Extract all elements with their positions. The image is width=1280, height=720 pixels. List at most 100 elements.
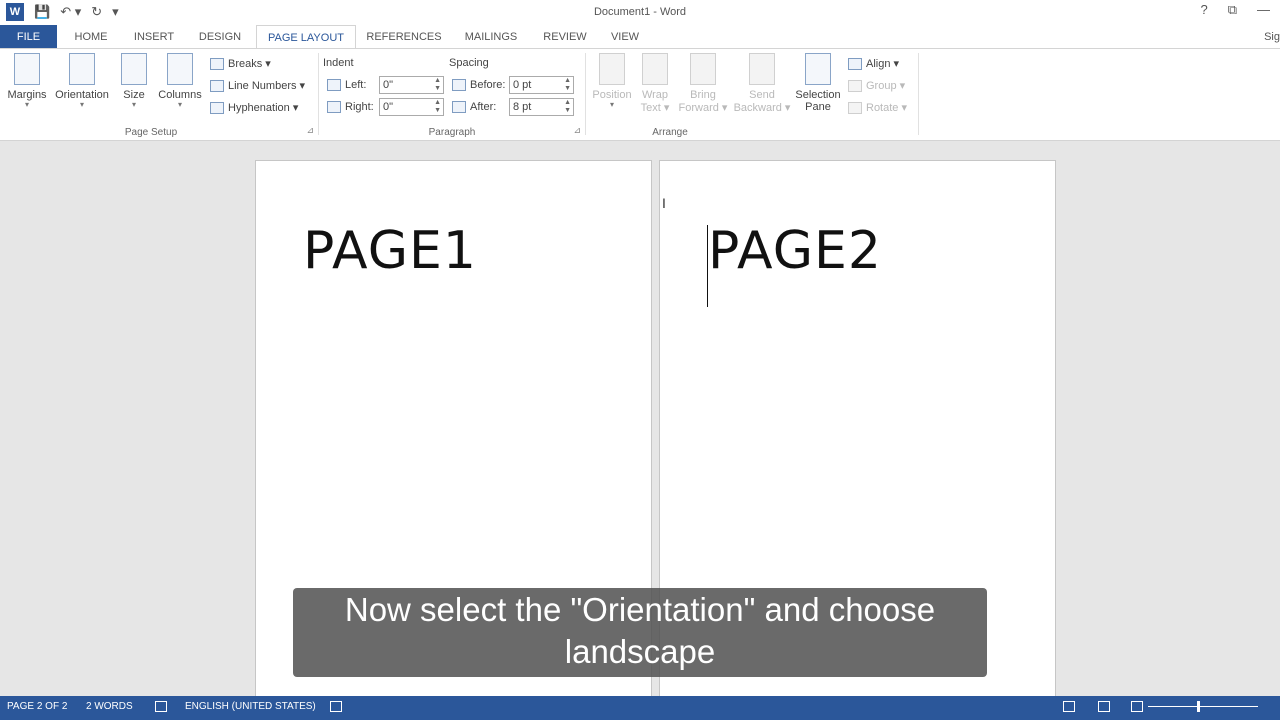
- page1-text[interactable]: PAGE1: [303, 221, 477, 281]
- indent-right-value: 0": [383, 101, 394, 113]
- position-icon: [599, 53, 625, 85]
- hyphenation-button[interactable]: Hyphenation ▾: [210, 101, 298, 114]
- paragraph-group: Indent Spacing Left: 0" ▲ ▼ Right: 0" ▲ ▼ …: [319, 49, 585, 140]
- page-setup-launcher-icon[interactable]: ⊿: [306, 125, 314, 136]
- tab-review[interactable]: REVIEW: [538, 25, 592, 49]
- spacing-before-value: 0 pt: [513, 79, 532, 91]
- orientation-dropdown-icon: ▾: [79, 100, 84, 109]
- breaks-label: Breaks ▾: [228, 58, 271, 70]
- window-title: Document1 - Word: [593, 6, 687, 18]
- spacing-after-input[interactable]: 8 pt ▲ ▼: [509, 98, 574, 116]
- hyphenation-label: Hyphenation ▾: [228, 102, 299, 114]
- selection-pane-label-2: Pane: [805, 101, 831, 113]
- word-window: W 💾 ↶ ▾ ↻ ▾ Document1 - Word ? ⧉ — FILE …: [0, 0, 1280, 720]
- spin-arrows-icon[interactable]: ▲ ▼: [564, 77, 571, 93]
- indent-left-text: Left:: [345, 79, 367, 91]
- group-button[interactable]: Group ▾: [848, 79, 905, 92]
- page2-text[interactable]: PAGE2: [708, 221, 882, 281]
- tab-mailings[interactable]: MAILINGS: [456, 25, 526, 49]
- paragraph-launcher-icon[interactable]: ⊿: [573, 125, 581, 136]
- spacing-after-text: After:: [470, 101, 497, 113]
- spin-arrows-icon[interactable]: ▲ ▼: [434, 99, 441, 115]
- columns-icon: [167, 53, 193, 85]
- proofing-icon[interactable]: [155, 701, 167, 712]
- rotate-button[interactable]: Rotate ▾: [848, 101, 907, 114]
- language-status[interactable]: ENGLISH (UNITED STATES): [185, 696, 316, 718]
- arrange-group: Position ▾ Wrap Text ▾ Bring Forward ▾ S…: [586, 49, 918, 140]
- spin-arrows-icon[interactable]: ▲ ▼: [434, 77, 441, 93]
- indent-right-input[interactable]: 0" ▲ ▼: [379, 98, 444, 116]
- ribbon-display-icon[interactable]: ⧉: [1228, 2, 1237, 18]
- selection-pane-button[interactable]: Selection Pane: [792, 53, 844, 113]
- orientation-button[interactable]: Orientation ▾: [52, 53, 112, 109]
- align-icon: [848, 57, 862, 70]
- breaks-button[interactable]: Breaks ▾: [210, 57, 271, 70]
- tab-design[interactable]: DESIGN: [192, 25, 248, 49]
- tab-view[interactable]: VIEW: [604, 25, 646, 49]
- size-button[interactable]: Size ▾: [118, 53, 150, 109]
- size-dropdown-icon: ▾: [131, 100, 136, 109]
- indent-title: Indent: [323, 57, 354, 69]
- position-dropdown-icon: ▾: [609, 100, 614, 109]
- wrap-text-button[interactable]: Wrap Text ▾: [636, 53, 674, 114]
- breaks-icon: [210, 57, 224, 70]
- subtitle-line-1: Now select the "Orientation" and choose: [344, 591, 936, 628]
- bring-forward-button[interactable]: Bring Forward ▾: [676, 53, 730, 114]
- align-button[interactable]: Align ▾: [848, 57, 899, 70]
- selection-pane-icon: [805, 53, 831, 85]
- columns-button[interactable]: Columns ▾: [156, 53, 204, 109]
- print-layout-icon[interactable]: [1098, 701, 1110, 712]
- group-icon: [848, 79, 862, 92]
- rotate-icon: [848, 101, 862, 114]
- indent-left-icon: [327, 79, 341, 91]
- line-numbers-icon: [210, 79, 224, 92]
- subtitle-line-2: landscape: [564, 633, 716, 670]
- align-label: Align ▾: [866, 58, 900, 70]
- word-count[interactable]: 2 WORDS: [86, 696, 133, 718]
- group-separator: [918, 53, 919, 135]
- indent-left-value: 0": [383, 79, 394, 91]
- wrap-text-label: Wrap: [641, 89, 669, 101]
- spacing-before-input[interactable]: 0 pt ▲ ▼: [509, 76, 574, 94]
- minimize-icon[interactable]: —: [1257, 2, 1270, 18]
- spacing-before-icon: [452, 79, 466, 91]
- tab-references[interactable]: REFERENCES: [364, 25, 444, 49]
- indent-right-label: Right:: [327, 101, 374, 113]
- tab-home[interactable]: HOME: [64, 25, 118, 49]
- tab-file[interactable]: FILE: [0, 25, 57, 49]
- status-bar: PAGE 2 OF 2 2 WORDS ENGLISH (UNITED STAT…: [0, 696, 1280, 720]
- margins-button[interactable]: Margins ▾: [6, 53, 48, 109]
- tab-insert[interactable]: INSERT: [126, 25, 182, 49]
- zoom-slider-thumb[interactable]: [1197, 701, 1200, 712]
- selection-pane-label: Selection: [795, 89, 841, 101]
- page-count[interactable]: PAGE 2 OF 2: [7, 696, 67, 718]
- sign-in-link[interactable]: Sig: [1264, 25, 1280, 49]
- help-icon[interactable]: ?: [1200, 2, 1207, 18]
- zoom-slider[interactable]: [1148, 706, 1258, 707]
- spacing-after-value: 8 pt: [513, 101, 532, 113]
- spacing-before-label: Before:: [452, 79, 505, 91]
- spin-arrows-icon[interactable]: ▲ ▼: [564, 99, 571, 115]
- spacing-title: Spacing: [449, 57, 489, 69]
- bring-forward-icon: [690, 53, 716, 85]
- web-layout-icon[interactable]: [1131, 701, 1143, 712]
- indent-right-text: Right:: [345, 101, 374, 113]
- paragraph-group-label: Paragraph: [428, 127, 476, 138]
- indent-left-input[interactable]: 0" ▲ ▼: [379, 76, 444, 94]
- group-label: Group ▾: [866, 80, 906, 92]
- read-mode-icon[interactable]: [1063, 701, 1075, 712]
- margins-dropdown-icon: ▾: [24, 100, 29, 109]
- send-backward-label: Send: [749, 89, 775, 101]
- page-setup-group-label: Page Setup: [124, 127, 178, 138]
- wrap-text-label-2: Text ▾: [640, 102, 670, 114]
- ribbon-tabs: FILE HOME INSERT DESIGN PAGE LAYOUT REFE…: [0, 25, 1280, 50]
- spacing-after-icon: [452, 101, 466, 113]
- line-numbers-button[interactable]: Line Numbers ▾: [210, 79, 305, 92]
- tab-page-layout[interactable]: PAGE LAYOUT: [256, 25, 356, 50]
- indent-right-icon: [327, 101, 341, 113]
- macro-recording-icon[interactable]: [330, 701, 342, 712]
- position-button[interactable]: Position ▾: [590, 53, 634, 109]
- bring-forward-label-2: Forward ▾: [678, 102, 728, 114]
- send-backward-button[interactable]: Send Backward ▾: [732, 53, 792, 114]
- spacing-after-label: After:: [452, 101, 496, 113]
